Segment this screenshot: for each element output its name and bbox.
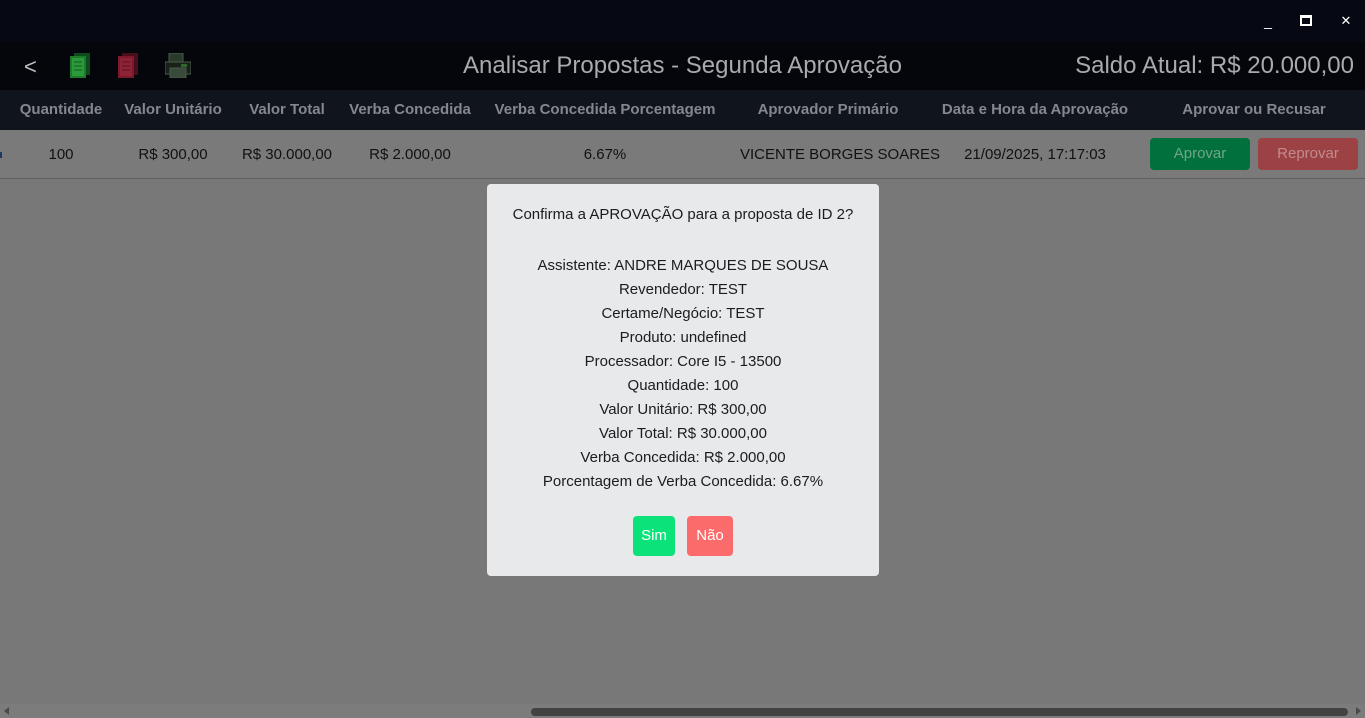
page-header: < Analisar Propostas - Segunda Aprovação…	[0, 42, 1365, 90]
confirm-no-button[interactable]: Não	[687, 516, 733, 556]
scroll-right-arrow-icon[interactable]	[1356, 707, 1361, 715]
maximize-icon	[1300, 15, 1312, 27]
column-valor-total: Valor Total	[249, 101, 325, 118]
column-verba-porcentagem: Verba Concedida Porcentagem	[494, 101, 716, 118]
window-titlebar: _ ✕	[0, 0, 1365, 42]
maximize-button[interactable]	[1292, 8, 1320, 34]
detail-valor-total: Valor Total: R$ 30.000,00	[599, 425, 767, 442]
confirm-approval-modal: Confirma a APROVAÇÃO para a proposta de …	[487, 184, 879, 576]
cell-data-hora: 21/09/2025, 17:17:03	[964, 146, 1106, 163]
column-quantidade: Quantidade	[19, 101, 103, 118]
column-aprovar-recusar: Aprovar ou Recusar	[1182, 101, 1326, 118]
detail-valor-unitario: Valor Unitário: R$ 300,00	[599, 401, 767, 418]
column-verba-concedida: Verba Concedida	[349, 101, 471, 118]
detail-porcentagem: Porcentagem de Verba Concedida: 6.67%	[542, 473, 824, 490]
modal-details: Assistente: ANDRE MARQUES DE SOUSA Reven…	[487, 254, 879, 494]
detail-certame: Certame/Negócio: TEST	[601, 305, 765, 322]
detail-revendedor: Revendedor: TEST	[618, 281, 748, 298]
modal-question: Confirma a APROVAÇÃO para a proposta de …	[512, 206, 854, 223]
cell-valor-unitario: R$ 300,00	[138, 146, 208, 163]
table-row: 100 R$ 300,00 R$ 30.000,00 R$ 2.000,00 6…	[0, 130, 1365, 179]
cell-valor-total: R$ 30.000,00	[241, 146, 333, 163]
cell-quantidade: 100	[48, 146, 74, 163]
cell-verba-porcentagem: 6.67%	[583, 146, 627, 163]
detail-quantidade: Quantidade: 100	[627, 377, 739, 394]
horizontal-scrollbar[interactable]	[0, 704, 1365, 718]
detail-produto: Produto: undefined	[619, 329, 747, 346]
column-data-hora: Data e Hora da Aprovação	[941, 101, 1129, 118]
cell-aprovador: VICENTE BORGES SOARES	[740, 146, 941, 163]
saldo-atual: Saldo Atual: R$ 20.000,00	[1075, 52, 1354, 79]
approve-button[interactable]: Aprovar	[1150, 138, 1250, 170]
detail-processador: Processador: Core I5 - 13500	[584, 353, 782, 370]
confirm-yes-button[interactable]: Sim	[633, 516, 675, 556]
detail-verba-concedida: Verba Concedida: R$ 2.000,00	[580, 449, 786, 466]
scrollbar-thumb[interactable]	[531, 708, 1348, 716]
detail-assistente: Assistente: ANDRE MARQUES DE SOUSA	[537, 257, 829, 274]
reject-button[interactable]: Reprovar	[1258, 138, 1358, 170]
scroll-left-arrow-icon[interactable]	[4, 707, 9, 715]
minimize-button[interactable]: _	[1254, 8, 1282, 34]
cell-verba-concedida: R$ 2.000,00	[369, 146, 451, 163]
table-header: Quantidade Valor Unitário Valor Total Ve…	[0, 90, 1365, 130]
row-edge-marker	[0, 152, 2, 158]
close-button[interactable]: ✕	[1332, 8, 1360, 34]
column-aprovador-primario: Aprovador Primário	[757, 101, 899, 118]
column-valor-unitario: Valor Unitário	[124, 101, 222, 118]
